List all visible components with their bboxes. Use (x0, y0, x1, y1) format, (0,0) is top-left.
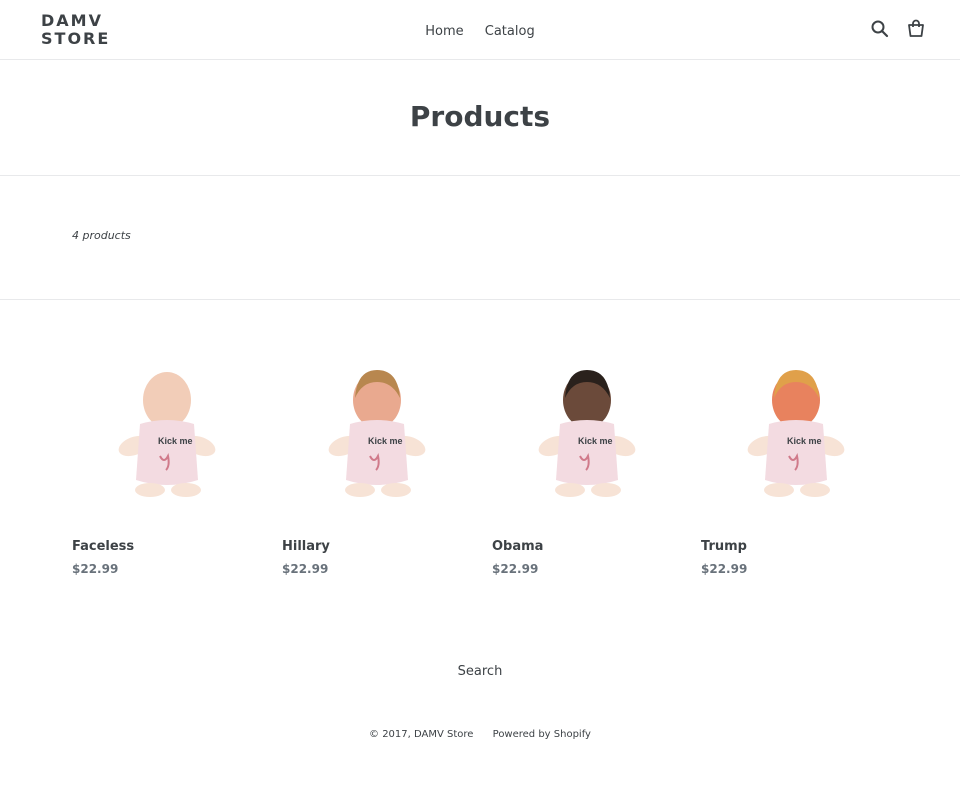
product-price: $22.99 (492, 562, 539, 576)
page-title: Products (409, 100, 551, 133)
cart-icon[interactable] (905, 18, 927, 40)
doll-figure: Kick me (118, 372, 216, 497)
product-card-obama[interactable]: Kick me Obama $22.99 (492, 350, 682, 590)
collection-filters-bar: 4 products (0, 176, 960, 300)
product-title[interactable]: Trump (701, 539, 747, 555)
product-image[interactable]: Kick me (72, 350, 262, 520)
doll-figure: Kick me (747, 370, 845, 497)
product-card-faceless[interactable]: Kick me Faceless $22.99 (72, 350, 262, 590)
svg-text:Kick me: Kick me (578, 436, 613, 446)
footer-bottom: © 2017, DAMV Store Powered by Shopify (0, 728, 960, 742)
product-count: 4 products (72, 229, 131, 242)
product-grid: Kick me Faceless $22.99 Kick me Hillary … (72, 350, 912, 590)
doll-figure: Kick me (538, 370, 636, 497)
product-card-trump[interactable]: Kick me Trump $22.99 (701, 350, 891, 590)
product-image[interactable]: Kick me (701, 350, 891, 520)
search-icon[interactable] (869, 18, 891, 40)
product-price: $22.99 (701, 562, 748, 576)
product-price: $22.99 (282, 562, 329, 576)
product-title[interactable]: Faceless (72, 539, 134, 555)
site-header: DAMV STORE Home Catalog (0, 0, 960, 60)
nav-home[interactable]: Home (425, 23, 463, 41)
footer-search-link[interactable]: Search (458, 664, 503, 679)
svg-text:Kick me: Kick me (368, 436, 403, 446)
main-nav: Home Catalog (0, 20, 960, 41)
nav-catalog[interactable]: Catalog (485, 23, 535, 41)
copyright[interactable]: © 2017, DAMV Store (369, 728, 473, 742)
svg-text:Kick me: Kick me (787, 436, 822, 446)
powered-by-link[interactable]: Powered by Shopify (493, 728, 591, 742)
product-price: $22.99 (72, 562, 119, 576)
footer-links: Search (0, 664, 960, 680)
product-card-hillary[interactable]: Kick me Hillary $22.99 (282, 350, 472, 590)
svg-text:Kick me: Kick me (158, 436, 193, 446)
doll-figure: Kick me (328, 370, 426, 497)
site-footer: Search © 2017, DAMV Store Powered by Sho… (0, 650, 960, 785)
product-image[interactable]: Kick me (282, 350, 472, 520)
product-title[interactable]: Obama (492, 539, 543, 555)
page-title-section: Products (0, 60, 960, 176)
product-title[interactable]: Hillary (282, 539, 330, 555)
product-image[interactable]: Kick me (492, 350, 682, 520)
